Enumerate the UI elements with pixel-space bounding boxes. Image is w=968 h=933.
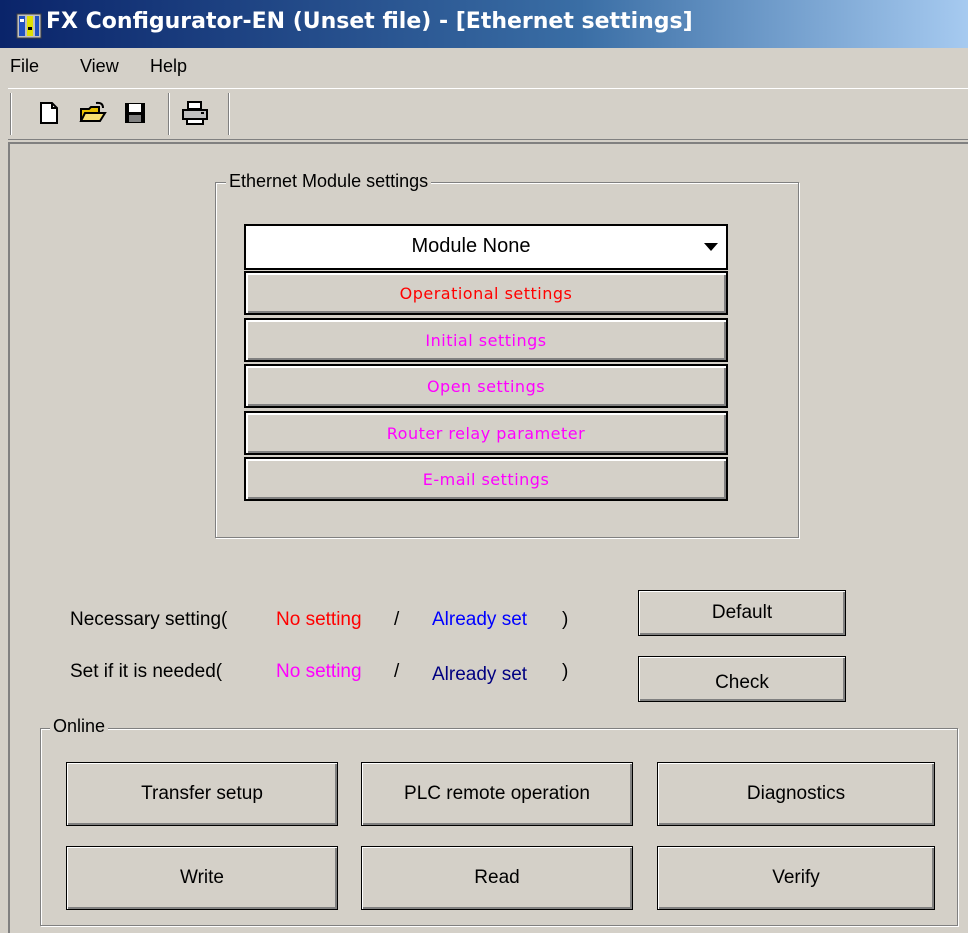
read-button[interactable]: Read	[361, 846, 633, 910]
save-button[interactable]	[120, 97, 150, 129]
new-file-icon	[40, 102, 58, 124]
menu-view[interactable]: View	[80, 56, 119, 77]
open-settings-label: Open settings	[426, 376, 546, 396]
module-settings-group-label: Ethernet Module settings	[226, 171, 432, 192]
plc-remote-operation-label: PLC remote operation	[404, 783, 590, 804]
toolbar-separator	[228, 93, 230, 135]
new-file-button[interactable]	[34, 97, 64, 129]
verify-button[interactable]: Verify	[657, 846, 935, 910]
necessary-suffix: )	[562, 609, 569, 630]
toolbar	[8, 88, 968, 140]
diagnostics-label: Diagnostics	[746, 783, 846, 804]
chevron-down-icon[interactable]	[698, 228, 724, 266]
online-group-label: Online	[50, 716, 109, 737]
write-button[interactable]: Write	[66, 846, 338, 910]
operational-settings-label: Operational settings	[399, 283, 573, 303]
optional-setting-prefix: Set if it is needed(	[70, 661, 223, 682]
diagnostics-button[interactable]: Diagnostics	[657, 762, 935, 826]
open-settings-button[interactable]: Open settings	[244, 364, 728, 408]
optional-no-setting-label: No setting	[276, 661, 362, 682]
read-label: Read	[474, 867, 520, 888]
email-settings-button[interactable]: E-mail settings	[244, 457, 728, 501]
default-button-label: Default	[711, 602, 773, 623]
transfer-setup-label: Transfer setup	[141, 783, 263, 804]
check-button-label: Check	[715, 672, 769, 693]
initial-settings-button[interactable]: Initial settings	[244, 318, 728, 362]
open-button[interactable]	[78, 97, 108, 129]
operational-settings-button[interactable]: Operational settings	[244, 271, 728, 315]
router-relay-parameter-button[interactable]: Router relay parameter	[244, 411, 728, 455]
toolbar-separator	[10, 93, 12, 135]
optional-slash: /	[394, 661, 400, 682]
router-relay-parameter-label: Router relay parameter	[386, 423, 586, 443]
optional-already-set-label: Already set	[432, 664, 528, 685]
necessary-already-set-label: Already set	[432, 609, 528, 630]
transfer-setup-button[interactable]: Transfer setup	[66, 762, 338, 826]
window-title: FX Configurator-EN (Unset file) - [Ether…	[46, 9, 693, 34]
necessary-setting-prefix: Necessary setting(	[70, 609, 228, 630]
default-button[interactable]: Default	[638, 590, 846, 636]
save-disk-icon	[125, 103, 145, 123]
plc-remote-operation-button[interactable]: PLC remote operation	[361, 762, 633, 826]
print-icon	[182, 101, 208, 125]
email-settings-label: E-mail settings	[422, 469, 550, 489]
module-select[interactable]: Module None	[244, 224, 728, 270]
menu-help[interactable]: Help	[150, 56, 187, 77]
check-button[interactable]: Check	[638, 656, 846, 702]
module-select-value: Module None	[411, 235, 531, 257]
necessary-slash: /	[394, 609, 400, 630]
write-label: Write	[180, 867, 224, 888]
toolbar-separator	[168, 93, 170, 135]
app-icon	[16, 13, 42, 39]
initial-settings-label: Initial settings	[425, 330, 547, 350]
verify-label: Verify	[772, 867, 820, 888]
necessary-no-setting-label: No setting	[276, 609, 362, 630]
open-folder-icon	[79, 101, 107, 122]
title-bar[interactable]: FX Configurator-EN (Unset file) - [Ether…	[0, 0, 968, 48]
menu-bar: File View Help	[0, 48, 968, 88]
menu-file[interactable]: File	[10, 56, 39, 77]
print-button[interactable]	[180, 97, 210, 129]
optional-suffix: )	[562, 661, 569, 682]
